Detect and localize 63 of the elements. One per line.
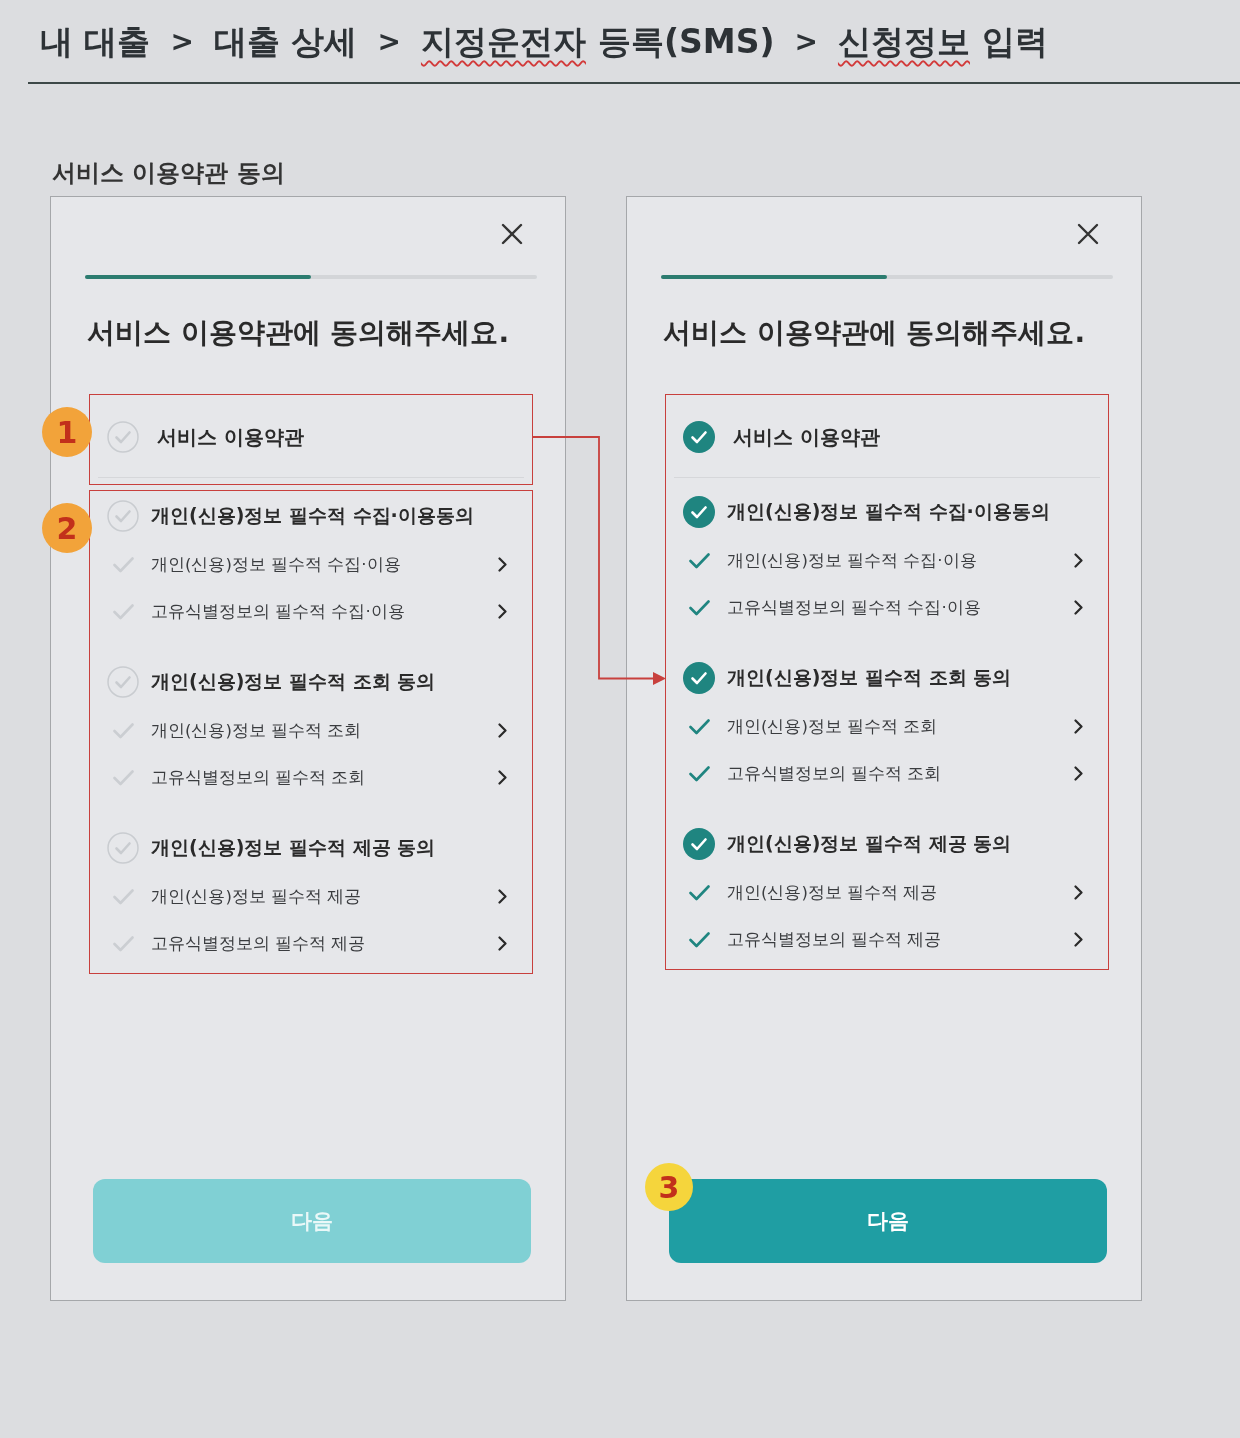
breadcrumb-text: 지정운전자 xyxy=(420,21,586,63)
terms-item-label: 고유식별정보의 필수적 조회 xyxy=(151,766,367,789)
check-circle-icon[interactable] xyxy=(107,666,139,698)
terms-group-title: 개인(신용)정보 필수적 수집·이용동의 xyxy=(727,499,1051,524)
chevron-right-icon[interactable] xyxy=(1074,553,1083,568)
chevron-right-icon[interactable] xyxy=(498,723,507,738)
breadcrumb-text: 등록(SMS) xyxy=(597,21,775,63)
checkmark-icon[interactable] xyxy=(688,931,710,948)
terms-group-title: 개인(신용)정보 필수적 조회 동의 xyxy=(151,669,437,694)
terms-item-label: 고유식별정보의 필수적 제공 xyxy=(151,932,367,955)
breadcrumb-separator: > xyxy=(170,24,194,60)
breadcrumb-text: 대출 상세 xyxy=(213,21,358,63)
terms-item-label: 고유식별정보의 필수적 제공 xyxy=(727,928,943,951)
chevron-right-icon[interactable] xyxy=(498,936,507,951)
terms-title: 서비스 이용약관 xyxy=(733,423,881,451)
checkmark-icon[interactable] xyxy=(688,718,710,735)
checkmark-icon[interactable] xyxy=(688,552,710,569)
terms-title: 서비스 이용약관 xyxy=(157,423,305,451)
chevron-right-icon[interactable] xyxy=(498,604,507,619)
chevron-right-icon[interactable] xyxy=(1074,932,1083,947)
terms-item-label: 개인(신용)정보 필수적 수집·이용 xyxy=(151,553,402,576)
step-badge: 3 xyxy=(645,1163,693,1211)
close-icon[interactable] xyxy=(501,223,523,245)
terms-item-label: 개인(신용)정보 필수적 조회 xyxy=(727,715,939,738)
terms-group-title: 개인(신용)정보 필수적 제공 동의 xyxy=(727,831,1013,856)
terms-group-title: 개인(신용)정보 필수적 제공 동의 xyxy=(151,835,437,860)
chevron-right-icon[interactable] xyxy=(498,770,507,785)
chevron-right-icon[interactable] xyxy=(1074,885,1083,900)
check-circle-icon[interactable] xyxy=(683,662,715,694)
checkmark-icon[interactable] xyxy=(688,765,710,782)
terms-item-label: 고유식별정보의 필수적 조회 xyxy=(727,762,943,785)
breadcrumb-text: 내 대출 xyxy=(40,21,151,63)
chevron-right-icon[interactable] xyxy=(498,557,507,572)
terms-item-label: 개인(신용)정보 필수적 제공 xyxy=(151,885,363,908)
terms-group-title: 개인(신용)정보 필수적 수집·이용동의 xyxy=(151,503,475,528)
terms-item-label: 고유식별정보의 필수적 수집·이용 xyxy=(151,600,406,623)
check-circle-icon[interactable] xyxy=(683,421,715,453)
check-circle-icon[interactable] xyxy=(107,421,139,453)
check-circle-icon[interactable] xyxy=(683,496,715,528)
check-circle-icon[interactable] xyxy=(683,828,715,860)
breadcrumb-text: 입력 xyxy=(981,21,1048,63)
chevron-right-icon[interactable] xyxy=(1074,719,1083,734)
chevron-right-icon[interactable] xyxy=(498,889,507,904)
terms-group-title: 개인(신용)정보 필수적 조회 동의 xyxy=(727,665,1013,690)
chevron-right-icon[interactable] xyxy=(1074,600,1083,615)
terms-item-label: 개인(신용)정보 필수적 조회 xyxy=(151,719,363,742)
close-icon[interactable] xyxy=(1077,223,1099,245)
section-title: 서비스 이용약관 동의 xyxy=(52,158,285,188)
breadcrumb-separator: > xyxy=(794,24,818,60)
terms-item-label: 개인(신용)정보 필수적 제공 xyxy=(727,881,939,904)
dialog-heading: 서비스 이용약관에 동의해주세요. xyxy=(663,315,1086,351)
step-badge: 1 xyxy=(42,407,92,457)
chevron-right-icon[interactable] xyxy=(1074,766,1083,781)
step-badge: 2 xyxy=(42,503,92,553)
check-circle-icon[interactable] xyxy=(107,832,139,864)
terms-item-label: 고유식별정보의 필수적 수집·이용 xyxy=(727,596,982,619)
dialog-heading: 서비스 이용약관에 동의해주세요. xyxy=(87,315,510,351)
terms-item-label: 개인(신용)정보 필수적 수집·이용 xyxy=(727,549,978,572)
check-circle-icon[interactable] xyxy=(107,500,139,532)
checkmark-icon[interactable] xyxy=(688,599,710,616)
breadcrumb-separator: > xyxy=(377,24,401,60)
breadcrumb-text: 신청정보 xyxy=(837,21,970,63)
checkmark-icon[interactable] xyxy=(688,884,710,901)
